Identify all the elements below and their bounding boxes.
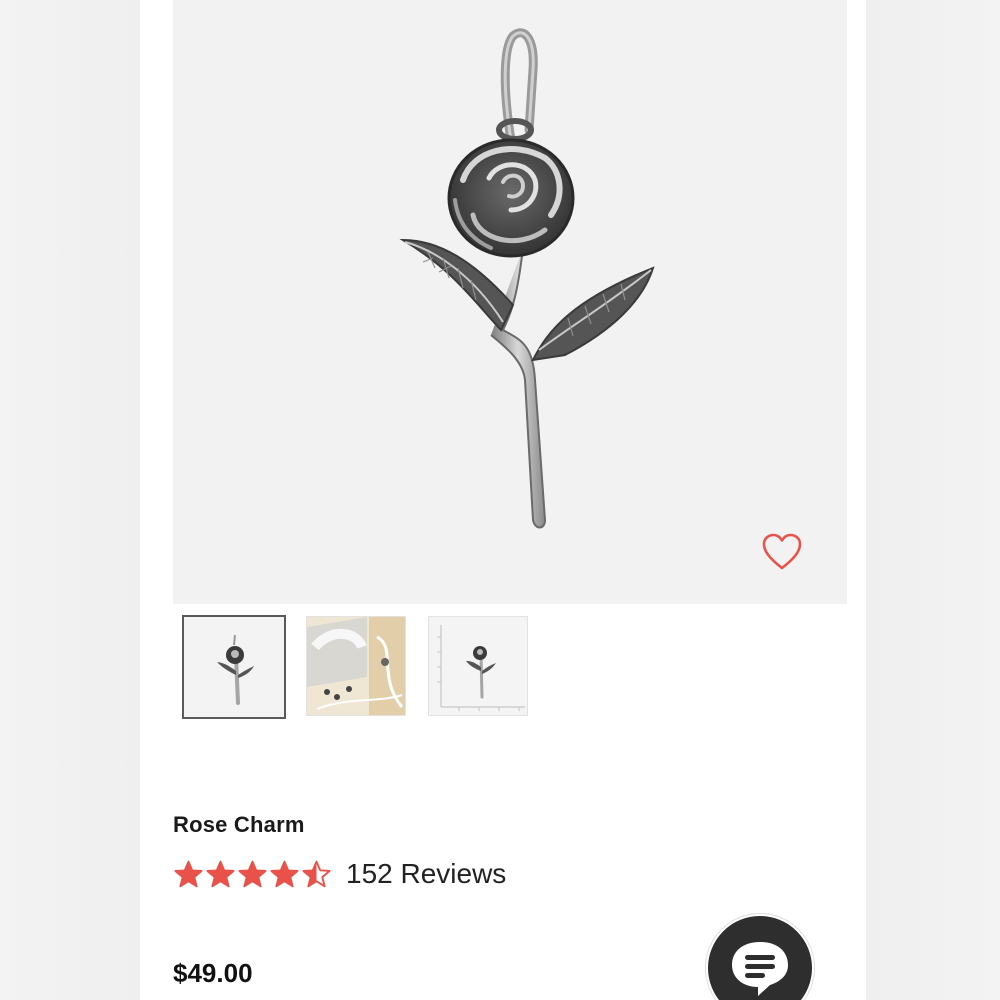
reviews-link[interactable]: 152 Reviews [346, 858, 506, 890]
star-icon [206, 860, 235, 888]
product-price: $49.00 [173, 958, 253, 988]
thumbnail-size-ruler[interactable] [428, 616, 528, 716]
star-icon [302, 860, 331, 888]
chat-button[interactable] [706, 914, 814, 1000]
rose-charm-image [399, 28, 655, 529]
rating-summary[interactable]: 152 Reviews [173, 858, 506, 890]
thumbnail-ruler-image [429, 617, 527, 715]
product-title: Rose Charm [173, 812, 305, 837]
star-rating [173, 860, 332, 888]
thumbnail-rose-image [184, 617, 284, 717]
thumbnail-packaging[interactable] [306, 616, 406, 716]
favorite-heart-icon[interactable] [761, 532, 803, 572]
page-margin-left [0, 0, 140, 1000]
star-icon [270, 860, 299, 888]
thumbnail-packaging-image [307, 617, 405, 715]
product-page: Rose Charm 152 Reviews $49.00 [140, 0, 866, 1000]
star-icon [238, 860, 267, 888]
chat-bubble-icon [732, 942, 788, 996]
main-product-image[interactable] [173, 0, 847, 604]
page-margin-right [866, 0, 1000, 1000]
star-icon [174, 860, 203, 888]
thumbnail-front-view[interactable] [182, 615, 286, 719]
